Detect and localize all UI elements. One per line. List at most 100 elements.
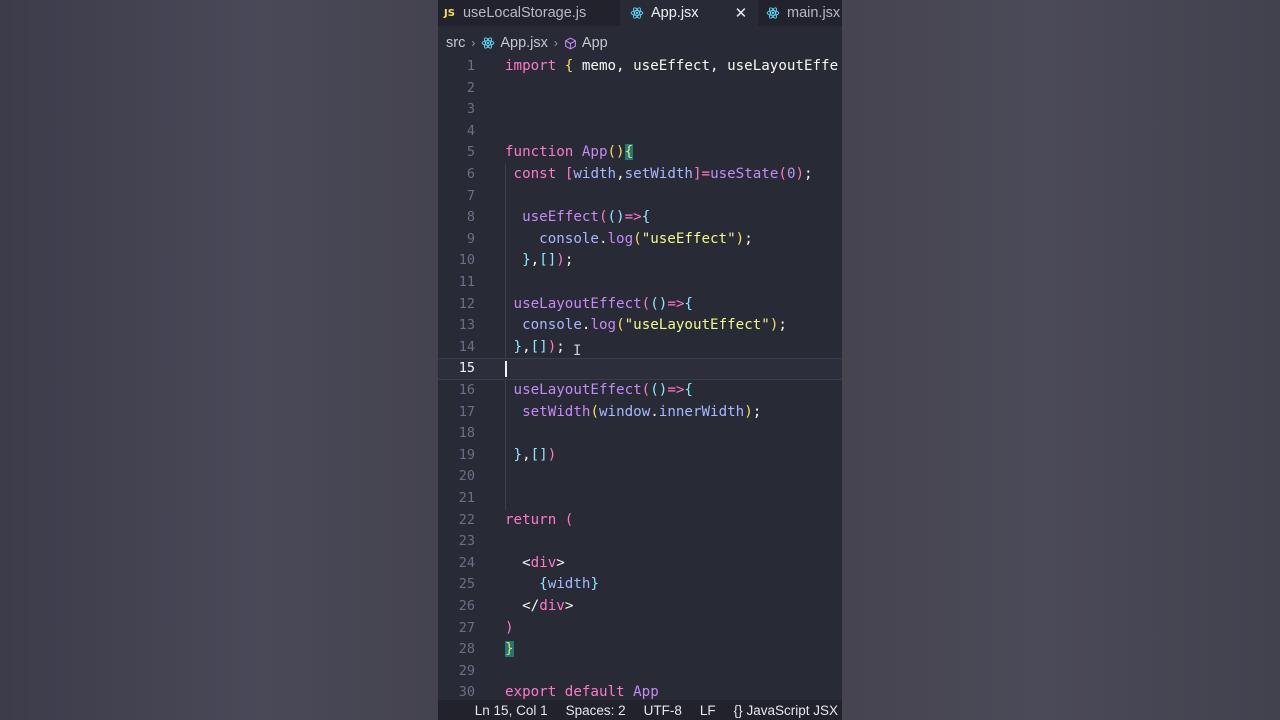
line-number: 4 [466, 122, 475, 139]
code-line[interactable]: 24 <div> [438, 553, 842, 575]
line-text: function App(){ [505, 142, 634, 164]
code-line[interactable]: 8 useEffect(()=>{ [438, 207, 842, 229]
code-token: ) [744, 403, 753, 420]
code-line[interactable]: 25 {width} [438, 574, 842, 596]
code-token: width [547, 576, 591, 593]
braces-icon: {} [733, 702, 743, 718]
code-token: useState [710, 166, 779, 182]
code-token: 0 [786, 166, 796, 182]
code-token: => [667, 382, 685, 398]
code-token: ; [744, 230, 753, 247]
breadcrumb: src › App.jsx › App [438, 30, 608, 56]
tab-label: main.jsx [787, 5, 841, 21]
code-token: } [522, 252, 531, 269]
line-number: 29 [458, 662, 475, 679]
line-text: const [width,setWidth]=useState(0); [505, 164, 813, 186]
breadcrumb-file[interactable]: App.jsx [500, 35, 548, 51]
code-token: ; [804, 166, 813, 182]
code-token: ; [752, 403, 762, 420]
code-line[interactable]: 4 [438, 121, 842, 143]
code-line[interactable]: 27) [438, 618, 842, 640]
code-token: ( [641, 295, 651, 312]
line-text: import { memo, useEffect, useLayoutEffe [505, 56, 838, 78]
code-line[interactable]: 23 [438, 531, 842, 553]
code-token: ) [795, 166, 805, 182]
code-token: () [650, 382, 668, 398]
line-number: 16 [458, 382, 475, 398]
encoding[interactable]: UTF-8 [644, 703, 682, 718]
tab-app-jsx[interactable]: App.jsx ✕ [620, 0, 758, 26]
code-token: { [684, 382, 693, 398]
tab-uselocalstorage[interactable]: JS useLocalStorage.js [438, 0, 620, 26]
line-text: </div> [505, 596, 573, 618]
code-line[interactable]: 22 return ( [438, 510, 842, 532]
code-token: () [607, 144, 625, 161]
line-text: ) [505, 618, 514, 640]
close-icon[interactable]: ✕ [735, 4, 748, 22]
code-line[interactable]: 18 [438, 423, 842, 445]
code-token: , [522, 338, 531, 355]
line-number: 5 [466, 144, 475, 161]
code-line[interactable]: 21 [438, 488, 842, 510]
code-line[interactable]: 12 useLayoutEffect(()=>{ [438, 294, 842, 316]
code-token: } [590, 576, 599, 593]
code-token: > [564, 598, 574, 614]
code-line[interactable]: 10 },[]); [438, 250, 842, 272]
react-icon [482, 37, 495, 49]
code-line[interactable]: 2 [438, 78, 842, 100]
line-number: 26 [458, 598, 475, 614]
line-text: <div> [505, 553, 565, 575]
code-token: useLayoutEffect [513, 382, 642, 398]
code-line[interactable]: 1 import { memo, useEffect, useLayoutEffe [438, 56, 842, 78]
background-right [842, 0, 1280, 720]
indentation[interactable]: Spaces: 2 [566, 703, 626, 718]
breadcrumb-folder[interactable]: src [446, 35, 465, 51]
line-number: 21 [458, 490, 475, 506]
code-line[interactable]: 9 console.log("useEffect"); [438, 229, 842, 251]
code-token: ) [547, 338, 557, 355]
code-line[interactable]: 28} [438, 639, 842, 661]
code-token: "useLayoutEffect" [624, 317, 770, 334]
code-line[interactable]: 13 console.log("useLayoutEffect"); [438, 315, 842, 337]
code-token: ( [564, 511, 574, 528]
code-line[interactable]: 7 [438, 186, 842, 208]
line-number: 10 [458, 252, 475, 269]
language-mode[interactable]: {} JavaScript JSX [734, 703, 838, 718]
cursor-position[interactable]: Ln 15, Col 1 [475, 703, 548, 718]
line-number: 20 [458, 468, 475, 485]
code-line[interactable]: 19 },[]) [438, 445, 842, 467]
code-line[interactable]: 15 [438, 358, 842, 380]
code-line[interactable]: 3 [438, 99, 842, 121]
code-token: ] [692, 166, 702, 182]
code-line[interactable]: 11 [438, 272, 842, 294]
code-line[interactable]: 14 },[]); [438, 337, 842, 359]
code-token: width [573, 166, 617, 182]
code-line[interactable]: 17 setWidth(window.innerWidth); [438, 402, 842, 424]
line-text: },[]); [505, 337, 565, 359]
code-line[interactable]: 29 [438, 661, 842, 683]
code-token: log [607, 230, 634, 247]
code-token: ) [547, 446, 557, 463]
symbol-cube-icon [564, 36, 576, 50]
line-number: 17 [458, 403, 475, 420]
tab-main-jsx[interactable]: main.jsx [756, 0, 842, 26]
code-token: log [590, 317, 617, 334]
line-ending[interactable]: LF [700, 703, 716, 718]
code-token: { [641, 209, 651, 226]
code-token: () [607, 209, 625, 226]
code-token: } [505, 641, 514, 658]
code-line[interactable]: 5 function App(){ [438, 142, 842, 164]
line-text: console.log("useLayoutEffect"); [505, 315, 787, 337]
code-token: function [505, 144, 574, 161]
code-line[interactable]: 6 const [width,setWidth]=useState(0); [438, 164, 842, 186]
code-line[interactable]: 26 </div> [438, 596, 842, 618]
code-line[interactable]: 16 useLayoutEffect(()=>{ [438, 380, 842, 402]
code-line[interactable]: 20 [438, 466, 842, 488]
breadcrumb-symbol[interactable]: App [582, 35, 608, 51]
code-token: innerWidth [658, 403, 745, 420]
